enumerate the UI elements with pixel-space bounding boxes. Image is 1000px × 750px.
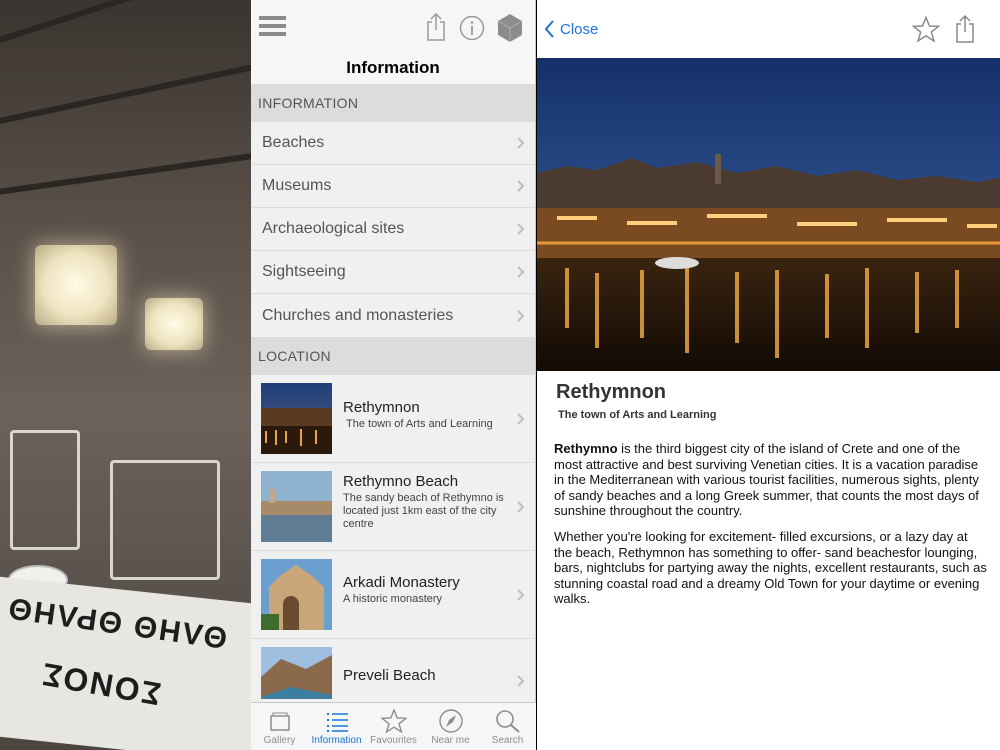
tab-gallery[interactable]: Gallery [251, 703, 308, 750]
tab-label: Gallery [263, 735, 296, 746]
lantern [145, 298, 203, 350]
chair [110, 460, 220, 580]
location-item-rethymno-beach[interactable]: Rethymno Beach The sandy beach of Rethym… [251, 463, 535, 551]
location-title: Arkadi Monastery [343, 574, 460, 591]
location-title: Preveli Beach [343, 667, 436, 684]
chevron-right-icon [517, 223, 525, 235]
ceiling-beam [0, 151, 251, 196]
chevron-right-icon [517, 137, 525, 149]
rethymnon-thumbnail [261, 383, 332, 454]
tab-label: Information [311, 735, 362, 746]
detail-paragraph: Whether you're looking for excitement- f… [554, 528, 987, 607]
information-panel: Information INFORMATION Beaches Museums … [251, 0, 536, 750]
detail-paragraph: Rethymno is the third biggest city of th… [554, 441, 989, 519]
tab-bar: Gallery Information Favourites Near me S… [251, 702, 536, 750]
location-subtitle: The sandy beach of Rethymno is located j… [343, 492, 504, 530]
background-photo: ΘΛΗΘ ΘΡΛΗΘ ΣΟΝΟΣ [0, 0, 251, 750]
list-item-label: Beaches [262, 134, 325, 151]
list-item-beaches[interactable]: Beaches [251, 122, 535, 165]
location-item-arkadi-monastery[interactable]: Arkadi Monastery A historic monastery [251, 551, 535, 639]
list-item-label: Churches and monasteries [262, 306, 454, 324]
detail-paragraph-text: is the third biggest city of the island … [554, 441, 979, 519]
detail-subtitle: The town of Arts and Learning [558, 409, 717, 421]
chevron-right-icon [517, 309, 525, 322]
list-icon [326, 713, 348, 732]
arkadi-monastery-thumbnail [261, 559, 332, 630]
location-item-rethymnon[interactable]: Rethymnon The town of Arts and Learning [251, 375, 535, 463]
list-item-label: Archaeological sites [262, 220, 405, 237]
location-subtitle: The town of Arts and Learning [346, 418, 493, 430]
favourite-star-icon[interactable] [912, 16, 940, 43]
tab-search[interactable]: Search [479, 703, 536, 750]
list-item-label: Museums [262, 177, 332, 194]
page-title: Information [346, 58, 440, 77]
preveli-beach-thumbnail [261, 647, 332, 699]
chevron-right-icon [517, 500, 525, 513]
hero-image [537, 58, 1000, 371]
search-icon [495, 710, 520, 733]
tab-label: Near me [431, 735, 470, 746]
ceiling-beam [0, 0, 251, 46]
tab-label: Search [491, 735, 524, 746]
chevron-right-icon [517, 675, 525, 687]
detail-paragraph-bold: Rethymno [554, 441, 618, 456]
gallery-icon [269, 712, 290, 731]
ceiling-beam [0, 61, 251, 126]
detail-toolbar: Close [537, 0, 1000, 58]
list-item-museums[interactable]: Museums [251, 165, 535, 208]
middle-toolbar: Information [251, 0, 535, 84]
chevron-left-icon [545, 20, 554, 38]
menu-icon[interactable] [259, 16, 286, 36]
detail-body: Rethymno is the third biggest city of th… [554, 441, 989, 617]
location-subtitle: A historic monastery [343, 593, 443, 605]
list-item-churches[interactable]: Churches and monasteries [251, 294, 535, 337]
tab-label: Favourites [370, 735, 417, 746]
close-label: Close [560, 20, 599, 38]
chair [10, 430, 80, 550]
star-icon [380, 709, 407, 733]
detail-panel: Close Rethymnon The town of Arts and Lea… [537, 0, 1000, 750]
tab-near-me[interactable]: Near me [422, 703, 479, 750]
chevron-right-icon [517, 266, 525, 278]
detail-title: Rethymnon [556, 381, 666, 403]
chevron-right-icon [517, 180, 525, 192]
tab-favourites[interactable]: Favourites [365, 703, 422, 750]
share-icon[interactable] [954, 14, 976, 44]
tab-information[interactable]: Information [308, 703, 365, 750]
list-item-label: Sightseeing [262, 263, 346, 280]
list-item-archaeological-sites[interactable]: Archaeological sites [251, 208, 535, 251]
chevron-right-icon [517, 412, 525, 425]
share-icon[interactable] [425, 12, 447, 42]
section-header-location: LOCATION [251, 337, 535, 375]
location-title: Rethymnon [343, 399, 420, 416]
cube-icon[interactable] [496, 12, 524, 44]
info-icon[interactable] [459, 15, 485, 41]
close-button[interactable]: Close [545, 20, 598, 38]
compass-icon [438, 709, 463, 733]
location-item-preveli-beach[interactable]: Preveli Beach [251, 639, 535, 699]
location-title: Rethymno Beach [343, 473, 459, 490]
chevron-right-icon [517, 588, 525, 601]
section-header-information: INFORMATION [251, 84, 535, 122]
list-item-sightseeing[interactable]: Sightseeing [251, 251, 535, 294]
rethymno-beach-thumbnail [261, 471, 332, 542]
lantern [35, 245, 117, 325]
